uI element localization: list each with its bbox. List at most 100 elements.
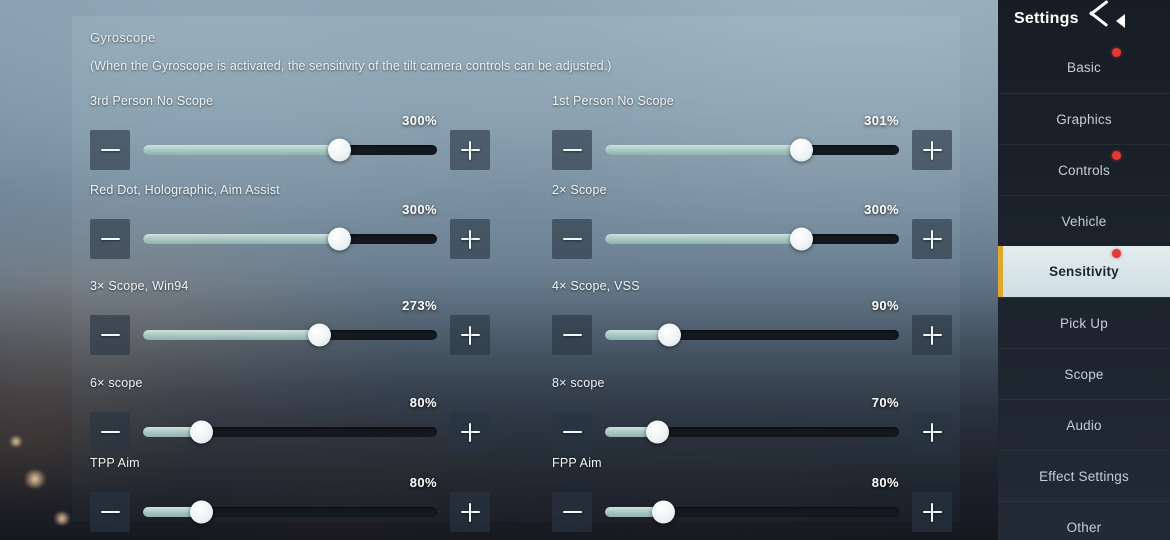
sidebar-item-effect-settings[interactable]: Effect Settings [998,450,1170,501]
slider-value: 300% [402,202,437,217]
sidebar-item-sensitivity[interactable]: Sensitivity [998,246,1170,297]
slider-control [552,492,952,532]
minus-icon [562,237,582,241]
slider-label: 3rd Person No Scope [90,94,214,108]
minus-icon [100,148,120,152]
slider-track[interactable] [143,323,437,347]
sidebar-title: Settings [1014,10,1079,27]
slider-row: TPP Aim 80% [90,456,490,540]
sidebar-item-label: Graphics [1056,111,1112,127]
slider-control [552,412,952,452]
slider-fill [143,234,340,244]
decrease-button[interactable] [552,315,592,355]
decrease-button[interactable] [552,219,592,259]
sidebar-item-label: Other [1066,519,1102,535]
plus-icon [468,422,472,442]
slider-track[interactable] [143,138,437,162]
slider-knob[interactable] [190,420,214,444]
slider-label: 6× scope [90,376,143,390]
increase-button[interactable] [450,315,490,355]
increase-button[interactable] [912,412,952,452]
slider-value: 80% [409,395,437,410]
decrease-button[interactable] [552,412,592,452]
slider-knob[interactable] [658,323,682,347]
slider-control [552,219,952,259]
increase-button[interactable] [450,492,490,532]
slider-label: TPP Aim [90,456,140,470]
increase-button[interactable] [912,130,952,170]
sidebar-item-label: Pick Up [1060,315,1108,331]
slider-track[interactable] [605,138,899,162]
minus-icon [562,333,582,337]
sidebar-item-audio[interactable]: Audio [998,399,1170,450]
slider-value: 300% [864,202,899,217]
sidebar-item-label: Controls [1058,162,1110,178]
slider-track[interactable] [605,420,899,444]
collapse-arrow-icon [1116,14,1125,28]
slider-knob[interactable] [328,138,352,162]
slider-knob[interactable] [328,227,352,251]
sidebar-item-pick-up[interactable]: Pick Up [998,297,1170,348]
close-icon[interactable] [1089,0,1132,34]
sensitivity-settings-panel: Gyroscope (When the Gyroscope is activat… [72,16,960,532]
increase-button[interactable] [912,492,952,532]
slider-knob[interactable] [307,323,331,347]
slider-value: 70% [871,395,899,410]
decrease-button[interactable] [552,492,592,532]
slider-knob[interactable] [190,500,214,524]
minus-icon [562,510,582,514]
slider-label: 2× Scope [552,183,607,197]
sidebar-header: Settings [998,0,1170,42]
slider-label: 1st Person No Scope [552,94,674,108]
slider-track[interactable] [605,500,899,524]
increase-button[interactable] [450,412,490,452]
slider-label: 3× Scope, Win94 [90,279,189,293]
sidebar-item-label: Basic [1066,60,1101,75]
slider-track[interactable] [605,323,899,347]
sidebar-item-label: Vehicle [1061,213,1107,229]
slider-control [552,315,952,355]
slider-control [90,315,490,355]
sidebar-item-other[interactable]: Other [998,501,1170,540]
increase-button[interactable] [912,219,952,259]
decrease-button[interactable] [90,315,130,355]
slider-row: FPP Aim 80% [552,456,952,540]
decrease-button[interactable] [552,130,592,170]
sidebar-item-basic[interactable]: Basic [998,42,1170,93]
slider-track[interactable] [143,420,437,444]
increase-button[interactable] [450,130,490,170]
slider-row: 2× Scope 300% [552,183,952,269]
slider-track[interactable] [143,227,437,251]
slider-track[interactable] [143,500,437,524]
settings-sidebar: Settings Basic Graphics Controls Vehicle Sen… [998,0,1170,540]
decrease-button[interactable] [90,412,130,452]
slider-control [552,130,952,170]
slider-knob[interactable] [790,138,814,162]
decrease-button[interactable] [90,130,130,170]
background-spark [22,470,48,488]
slider-label: 4× Scope, VSS [552,279,640,293]
slider-control [90,219,490,259]
minus-icon [100,333,120,337]
decrease-button[interactable] [90,219,130,259]
close-icon-stroke [1089,0,1109,16]
sidebar-item-graphics[interactable]: Graphics [998,93,1170,144]
sidebar-item-scope[interactable]: Scope [998,348,1170,399]
slider-knob[interactable] [646,420,670,444]
minus-icon [100,510,120,514]
slider-knob[interactable] [790,227,814,251]
notification-dot-icon [1112,249,1121,258]
increase-button[interactable] [912,315,952,355]
section-title: Gyroscope [90,30,156,45]
sidebar-item-controls[interactable]: Controls [998,144,1170,195]
minus-icon [100,237,120,241]
sidebar-item-label: Sensitivity [1049,264,1119,279]
sidebar-item-label: Audio [1066,417,1102,433]
sidebar-item-vehicle[interactable]: Vehicle [998,195,1170,246]
slider-track[interactable] [605,227,899,251]
slider-knob[interactable] [652,500,676,524]
slider-control [90,492,490,532]
increase-button[interactable] [450,219,490,259]
decrease-button[interactable] [90,492,130,532]
slider-label: 8× scope [552,376,605,390]
